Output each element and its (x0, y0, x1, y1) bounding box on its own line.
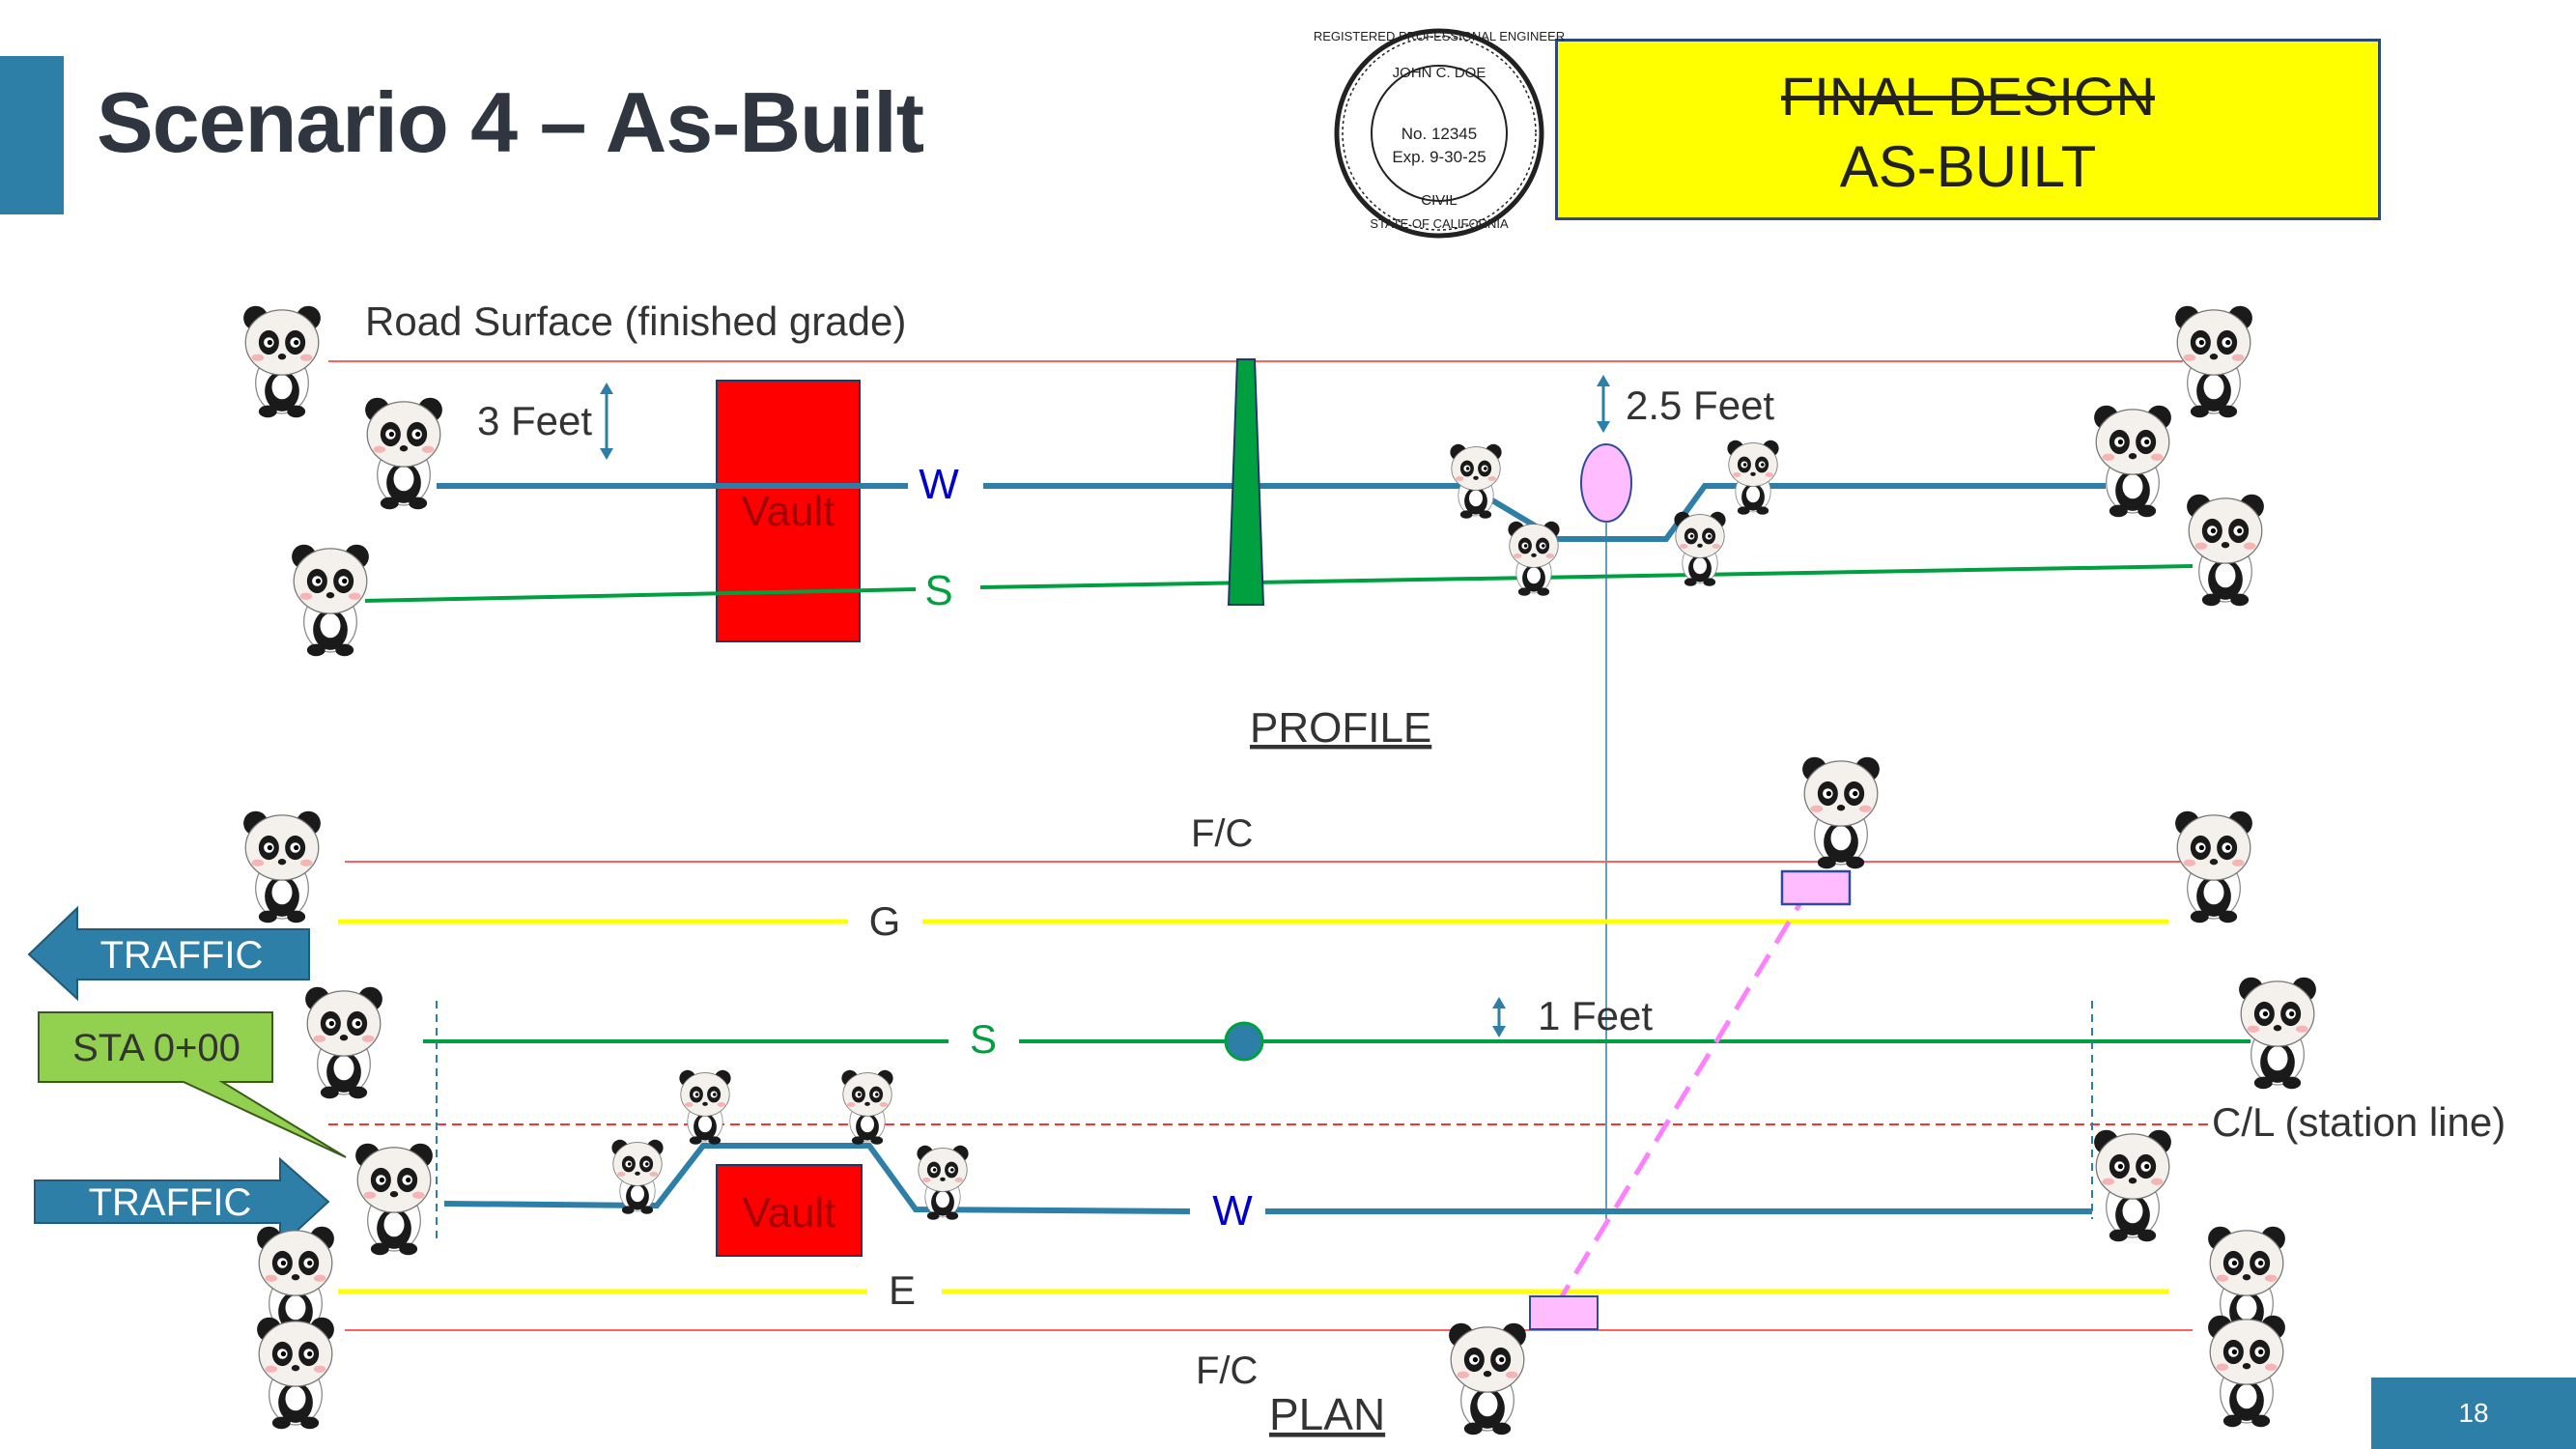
panda-icon (678, 1069, 732, 1146)
panda-icon (1449, 443, 1503, 520)
plan-crossing-end-bottom (1529, 1295, 1599, 1330)
plan-manhole (1224, 1021, 1264, 1062)
plan-vault-label: Vault (742, 1189, 835, 1236)
offset-dimension-1ft: 1 Feet (1492, 993, 1653, 1038)
panda-icon (242, 810, 322, 923)
panda-icon (2174, 810, 2253, 923)
centerline-label: C/L (station line) (2212, 1099, 2505, 1145)
clearance-dimension-2_5ft: 2.5 Feet (1597, 375, 1774, 433)
engineer-seal: JOHN C. DOE REGISTERED PROFESSIONAL ENGI… (1314, 28, 1565, 239)
panda-icon (2186, 494, 2265, 607)
profile-sewer-label: S (924, 567, 952, 614)
panda-icon (1507, 521, 1561, 597)
profile-manhole (1227, 358, 1265, 606)
panda-icon (840, 1069, 894, 1146)
panda-icon (364, 397, 443, 510)
station-callout: STA 0+00 (38, 1011, 347, 1158)
panda-icon (1726, 440, 1780, 516)
seal-state: STATE OF CALIFORNIA (1370, 216, 1509, 231)
seal-discipline: CIVIL (1421, 192, 1458, 209)
plan-top-fc-label: F/C (1191, 812, 1253, 855)
diagram-canvas: JOHN C. DOE REGISTERED PROFESSIONAL ENGI… (27, 28, 2505, 1439)
plan-gas-label: G (869, 898, 901, 944)
panda-icon (2174, 305, 2253, 418)
profile-water-label: W (919, 461, 959, 508)
panda-markers (242, 305, 2317, 1435)
panda-icon (304, 986, 383, 1099)
profile-sewer-line-b (979, 564, 2194, 589)
plan-crossing-end-top (1780, 869, 1852, 906)
depth-label: 3 Feet (477, 398, 592, 443)
depth-dimension-3ft: 3 Feet (477, 383, 613, 460)
plan-crossing-pipe-line (1559, 887, 1812, 1298)
seal-number: No. 12345 (1401, 125, 1477, 143)
panda-icon (2093, 405, 2172, 518)
profile-section-label: PROFILE (1250, 704, 1431, 752)
plan-sewer-label: S (970, 1016, 997, 1062)
svg-text:PROFILE: PROFILE (1250, 704, 1431, 752)
panda-icon (242, 305, 322, 418)
panda-icon (2207, 1315, 2286, 1428)
station-label: STA 0+00 (72, 1027, 241, 1069)
panda-icon (2093, 1129, 2172, 1242)
slide: Scenario 4 – As-Built FINAL DESIGN AS-BU… (0, 0, 2576, 1449)
panda-icon (291, 544, 370, 657)
traffic-left-label: TRAFFIC (100, 934, 264, 977)
plan-bottom-fc-label: F/C (1196, 1350, 1258, 1392)
plan-electric-label: E (889, 1267, 916, 1313)
profile-vault-label: Vault (741, 488, 835, 535)
plan-section-label: PLAN (1269, 1389, 1385, 1439)
panda-icon (354, 1143, 434, 1256)
profile-crossing-pipe (1580, 443, 1632, 523)
road-surface-label: Road Surface (finished grade) (365, 298, 906, 344)
panda-icon (1448, 1322, 1527, 1435)
panda-icon (2238, 977, 2317, 1090)
seal-name: JOHN C. DOE (1393, 65, 1486, 81)
panda-icon (256, 1317, 335, 1430)
panda-icon (1801, 756, 1881, 869)
offset-label: 1 Feet (1538, 993, 1653, 1038)
plan-water-label: W (1212, 1187, 1253, 1235)
seal-expiration: Exp. 9-30-25 (1392, 148, 1486, 166)
seal-top-text: REGISTERED PROFESSIONAL ENGINEER (1314, 29, 1565, 43)
clearance-label: 2.5 Feet (1626, 383, 1774, 428)
traffic-right-label: TRAFFIC (89, 1181, 252, 1224)
